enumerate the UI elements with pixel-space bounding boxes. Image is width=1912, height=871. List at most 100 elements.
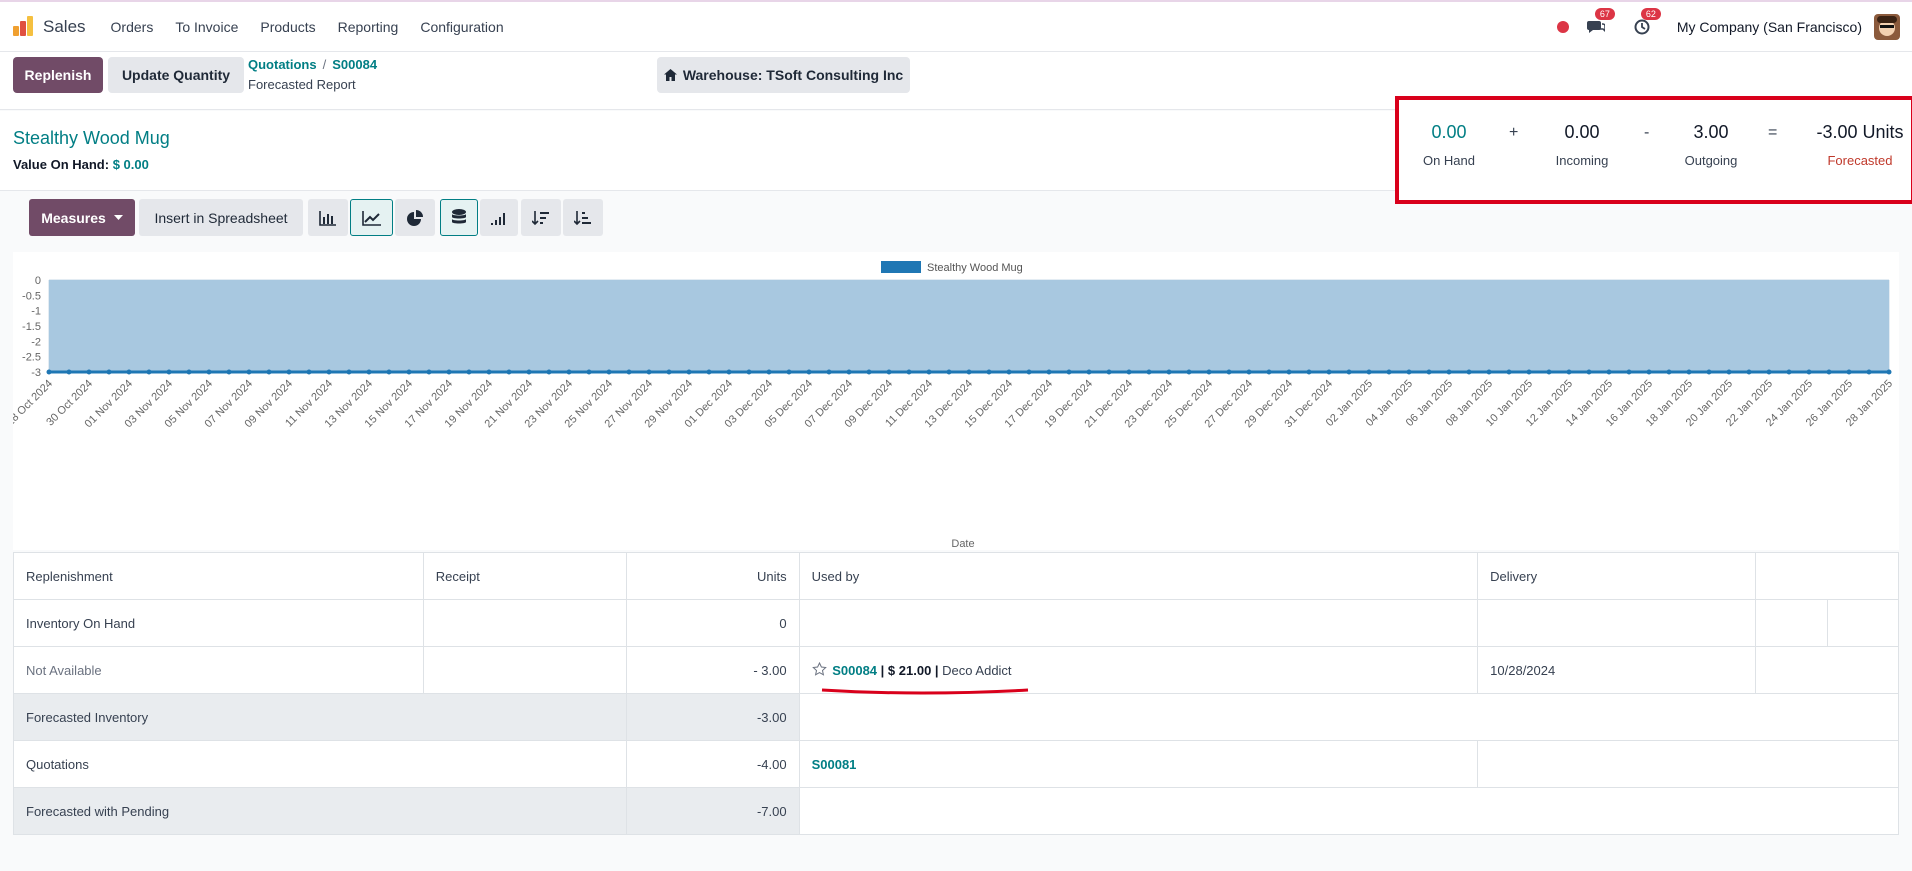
sort-ascending-button[interactable]: [563, 199, 603, 236]
data-point[interactable]: [1166, 369, 1172, 375]
data-point[interactable]: [86, 369, 92, 375]
data-point[interactable]: [1666, 369, 1672, 375]
col-replenishment[interactable]: Replenishment: [13, 552, 424, 600]
data-point[interactable]: [126, 369, 132, 375]
user-avatar[interactable]: [1874, 14, 1900, 40]
col-units[interactable]: Units: [625, 552, 800, 600]
data-point[interactable]: [1266, 369, 1272, 375]
data-point[interactable]: [966, 369, 972, 375]
data-point[interactable]: [1146, 369, 1152, 375]
on-hand-value[interactable]: 0.00: [1409, 122, 1489, 143]
data-point[interactable]: [686, 369, 692, 375]
replenish-button[interactable]: Replenish: [13, 57, 103, 93]
data-point[interactable]: [426, 369, 432, 375]
data-point[interactable]: [46, 369, 52, 375]
data-point[interactable]: [66, 369, 72, 375]
bar-chart-button[interactable]: [308, 199, 348, 236]
data-point[interactable]: [326, 369, 332, 375]
data-point[interactable]: [986, 369, 992, 375]
menu-reporting[interactable]: Reporting: [338, 19, 399, 35]
data-point[interactable]: [1386, 369, 1392, 375]
data-point[interactable]: [666, 369, 672, 375]
data-point[interactable]: [246, 369, 252, 375]
data-point[interactable]: [606, 369, 612, 375]
insert-spreadsheet-button[interactable]: Insert in Spreadsheet: [139, 199, 303, 236]
data-point[interactable]: [306, 369, 312, 375]
data-point[interactable]: [1186, 369, 1192, 375]
data-point[interactable]: [1526, 369, 1532, 375]
data-point[interactable]: [546, 369, 552, 375]
menu-products[interactable]: Products: [260, 19, 315, 35]
data-point[interactable]: [346, 369, 352, 375]
warehouse-filter-button[interactable]: Warehouse: TSoft Consulting Inc: [657, 57, 910, 93]
data-point[interactable]: [1586, 369, 1592, 375]
data-point[interactable]: [1846, 369, 1852, 375]
data-point[interactable]: [446, 369, 452, 375]
data-point[interactable]: [826, 369, 832, 375]
data-point[interactable]: [506, 369, 512, 375]
line-chart-button[interactable]: [350, 199, 393, 236]
data-point[interactable]: [1086, 369, 1092, 375]
data-point[interactable]: [206, 369, 212, 375]
data-point[interactable]: [1126, 369, 1132, 375]
data-point[interactable]: [1426, 369, 1432, 375]
chat-button[interactable]: 67: [1585, 8, 1615, 38]
data-point[interactable]: [1706, 369, 1712, 375]
data-point[interactable]: [526, 369, 532, 375]
data-point[interactable]: [1726, 369, 1732, 375]
data-point[interactable]: [1066, 369, 1072, 375]
star-icon[interactable]: [811, 661, 827, 676]
data-point[interactable]: [386, 369, 392, 375]
data-point[interactable]: [1826, 369, 1832, 375]
data-point[interactable]: [1646, 369, 1652, 375]
data-point[interactable]: [1686, 369, 1692, 375]
data-point[interactable]: [806, 369, 812, 375]
col-receipt[interactable]: Receipt: [422, 552, 627, 600]
data-point[interactable]: [1006, 369, 1012, 375]
data-point[interactable]: [166, 369, 172, 375]
data-point[interactable]: [1626, 369, 1632, 375]
data-point[interactable]: [626, 369, 632, 375]
data-point[interactable]: [1106, 369, 1112, 375]
data-point[interactable]: [286, 369, 292, 375]
data-point[interactable]: [106, 369, 112, 375]
data-point[interactable]: [1746, 369, 1752, 375]
data-point[interactable]: [1546, 369, 1552, 375]
data-point[interactable]: [406, 369, 412, 375]
data-point[interactable]: [1446, 369, 1452, 375]
data-point[interactable]: [1286, 369, 1292, 375]
stacked-toggle-button[interactable]: [440, 199, 478, 236]
data-point[interactable]: [906, 369, 912, 375]
menu-configuration[interactable]: Configuration: [420, 19, 503, 35]
recording-dot-icon[interactable]: [1556, 21, 1569, 33]
data-point[interactable]: [1246, 369, 1252, 375]
data-point[interactable]: [586, 369, 592, 375]
update-quantity-button[interactable]: Update Quantity: [108, 57, 244, 93]
col-delivery[interactable]: Delivery: [1477, 552, 1757, 600]
menu-orders[interactable]: Orders: [111, 19, 154, 35]
data-point[interactable]: [1606, 369, 1612, 375]
data-point[interactable]: [646, 369, 652, 375]
pie-chart-button[interactable]: [395, 199, 435, 236]
data-point[interactable]: [846, 369, 852, 375]
breadcrumb-quotations[interactable]: Quotations: [248, 57, 317, 72]
data-point[interactable]: [746, 369, 752, 375]
data-point[interactable]: [1366, 369, 1372, 375]
order-link-s00084[interactable]: S00084: [832, 663, 877, 678]
data-point[interactable]: [726, 369, 732, 375]
company-switcher[interactable]: My Company (San Francisco): [1677, 19, 1862, 35]
app-name[interactable]: Sales: [43, 17, 86, 37]
chart-legend[interactable]: Stealthy Wood Mug: [881, 261, 1023, 274]
breadcrumb-s00084[interactable]: S00084: [332, 57, 377, 72]
data-point[interactable]: [1486, 369, 1492, 375]
data-point[interactable]: [766, 369, 772, 375]
data-point[interactable]: [1206, 369, 1212, 375]
activity-button[interactable]: 62: [1631, 8, 1661, 38]
data-point[interactable]: [1466, 369, 1472, 375]
menu-to-invoice[interactable]: To Invoice: [175, 19, 238, 35]
col-used-by[interactable]: Used by: [798, 552, 1479, 600]
data-point[interactable]: [566, 369, 572, 375]
data-point[interactable]: [1886, 369, 1892, 375]
data-point[interactable]: [866, 369, 872, 375]
data-point[interactable]: [1806, 369, 1812, 375]
